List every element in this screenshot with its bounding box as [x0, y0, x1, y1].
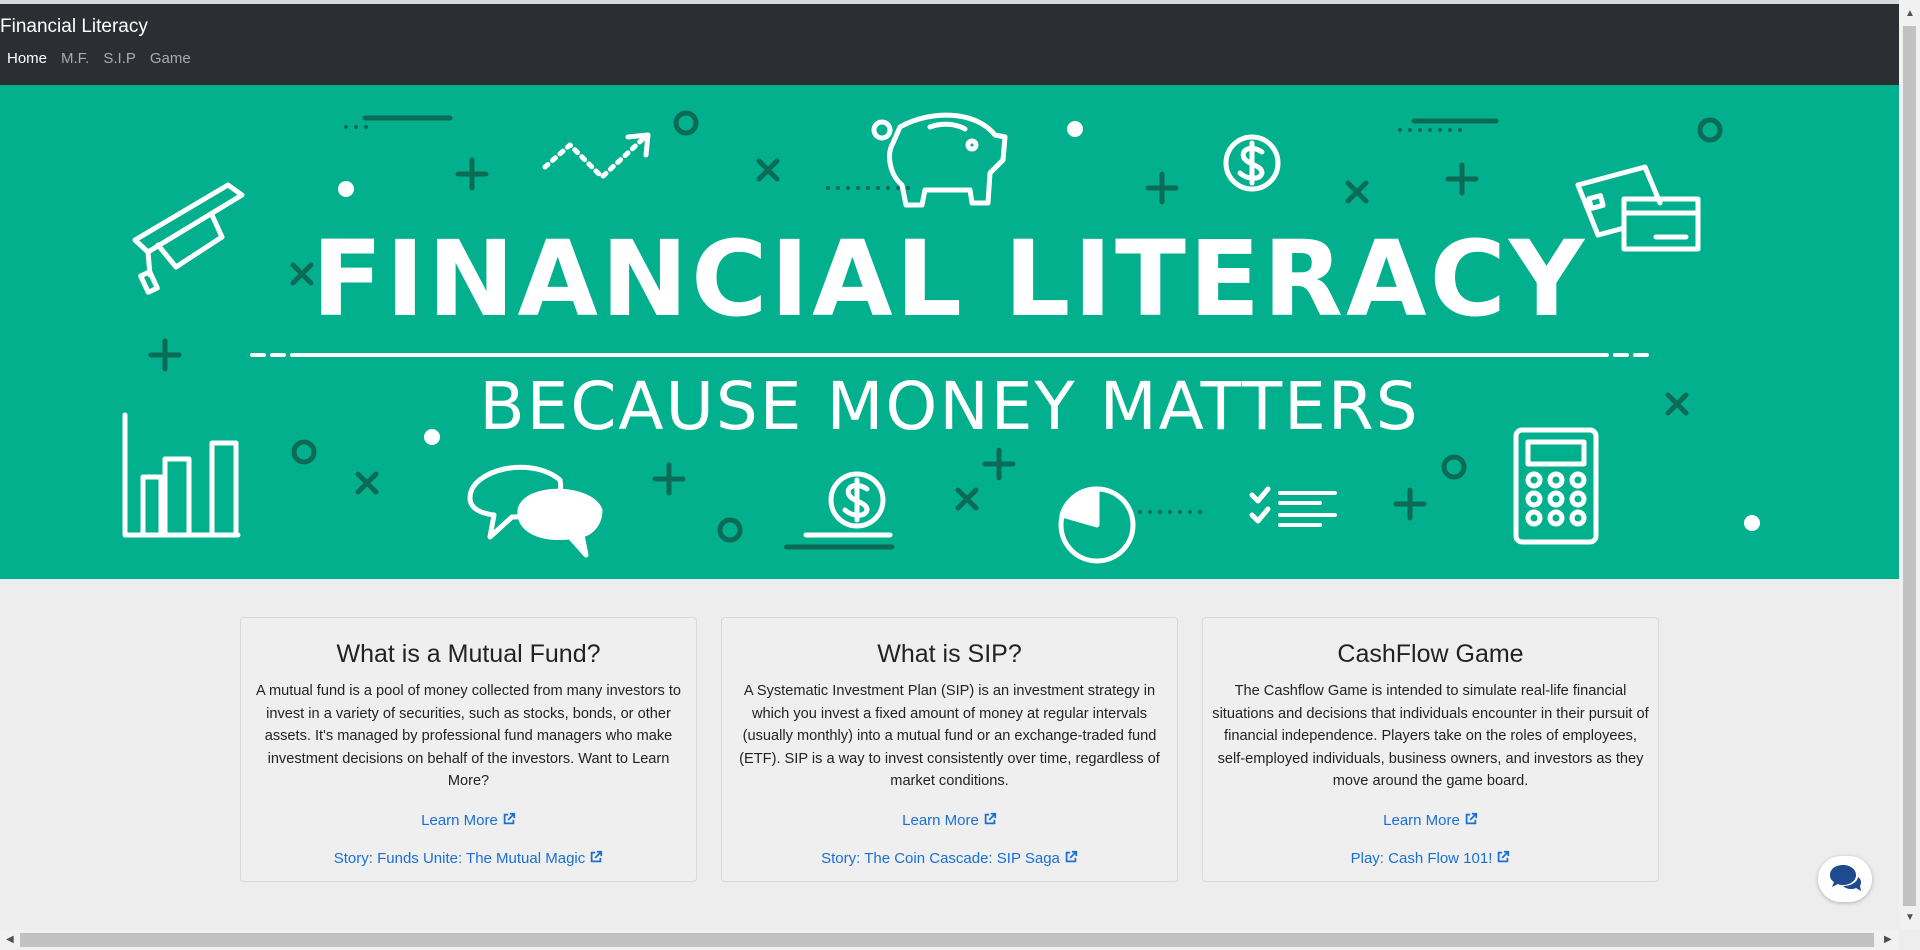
trend-arrow-icon — [542, 132, 651, 180]
hero-title: FINANCIAL LITERACY — [311, 218, 1588, 340]
hero-subtitle: BECAUSE MONEY MATTERS — [479, 368, 1420, 445]
card-text: A Systematic Investment Plan (SIP) is an… — [739, 683, 1160, 789]
dollar-coin-icon — [1223, 134, 1281, 192]
chat-widget-button[interactable] — [1818, 856, 1872, 902]
brand-title[interactable]: Financial Literacy — [0, 16, 148, 38]
card-title: What is a Mutual Fund? — [336, 640, 601, 668]
nav-link-sip[interactable]: S.I.P — [103, 50, 136, 67]
checklist-icon — [1249, 486, 1337, 527]
external-link-icon — [1065, 850, 1077, 863]
hero-banner: FINANCIAL LITERACY BECAUSE MONEY MATTERS — [0, 85, 1899, 579]
story-link[interactable]: Story: The Coin Cascade: SIP Saga — [722, 850, 1177, 867]
card-mutual-fund: What is a Mutual Fund? A mutual fund is … — [240, 617, 697, 882]
scroll-down-arrow-icon[interactable]: ▼ — [1905, 912, 1915, 923]
horizontal-scrollbar-thumb[interactable] — [20, 933, 1874, 947]
card-title: What is SIP? — [877, 640, 1022, 668]
external-link-icon — [984, 812, 996, 825]
external-link-icon — [1498, 850, 1510, 863]
calculator-icon — [1513, 427, 1599, 545]
external-link-icon — [1465, 812, 1477, 825]
card-sip: What is SIP? A Systematic Investment Pla… — [721, 617, 1178, 882]
piggy-bank-icon — [871, 112, 1008, 208]
nav-link-home[interactable]: Home — [7, 50, 47, 67]
vertical-scrollbar-thumb[interactable] — [1903, 26, 1916, 906]
navbar: Financial Literacy Home M.F. S.I.P Game — [0, 4, 1899, 85]
pie-chart-icon — [1058, 486, 1136, 564]
learn-more-link[interactable]: Learn More — [722, 812, 1177, 829]
nav-link-game[interactable]: Game — [150, 50, 191, 67]
external-link-icon — [591, 850, 603, 863]
play-link[interactable]: Play: Cash Flow 101! — [1203, 850, 1658, 867]
card-text: A mutual fund is a pool of money collect… — [255, 683, 682, 789]
chat-bubbles-icon — [1830, 865, 1862, 891]
nav-links: Home M.F. S.I.P Game — [7, 50, 205, 67]
learn-more-link[interactable]: Learn More — [1203, 812, 1658, 829]
scroll-up-arrow-icon[interactable]: ▲ — [1905, 8, 1915, 19]
scroll-right-arrow-icon[interactable]: ▶ — [1884, 934, 1892, 945]
nav-link-mf[interactable]: M.F. — [61, 50, 89, 67]
dollar-coin-icon-2 — [803, 471, 893, 538]
chat-bubbles-icon — [467, 464, 603, 558]
card-cashflow-game: CashFlow Game The Cashflow Game is inten… — [1202, 617, 1659, 882]
card-text: The Cashflow Game is intended to simulat… — [1212, 683, 1649, 789]
learn-more-link[interactable]: Learn More — [241, 812, 696, 829]
external-link-icon — [503, 812, 515, 825]
card-title: CashFlow Game — [1337, 640, 1524, 668]
scroll-left-arrow-icon[interactable]: ◀ — [6, 934, 14, 945]
story-link[interactable]: Story: Funds Unite: The Mutual Magic — [241, 850, 696, 867]
